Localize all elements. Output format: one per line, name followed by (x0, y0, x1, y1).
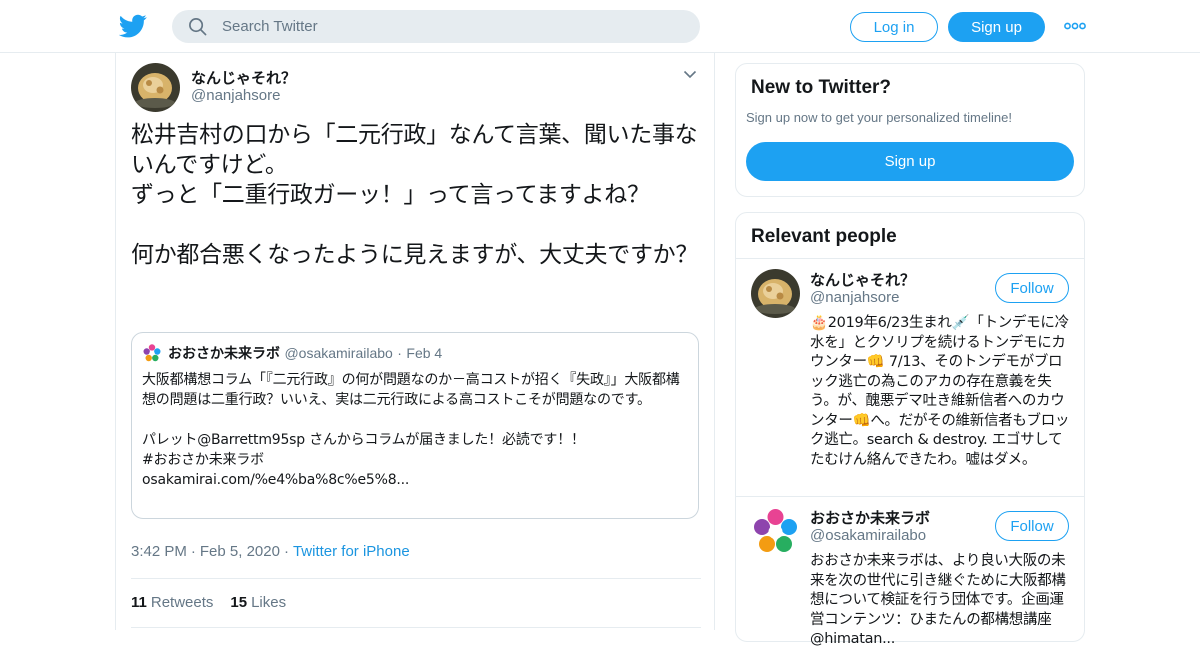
person-bio: 🎂2019年6/23生まれ💉「トンデモに冷水を」とクソリプを続けるトンデモにカウ… (810, 315, 1070, 468)
twitter-bird-icon[interactable] (119, 12, 147, 40)
avatar[interactable] (751, 507, 800, 556)
tweet-source-link[interactable]: Twitter for iPhone (293, 543, 410, 560)
quoted-author-handle: @osakamirailabo (284, 345, 393, 361)
author-handle[interactable]: @nanjahsore (191, 87, 280, 104)
separator-dot: · (397, 345, 402, 361)
retweets-stat[interactable]: 11 Retweets (131, 594, 213, 611)
quoted-header: おおさか未来ラボ @osakamirailabo · Feb 4 (168, 343, 442, 363)
avatar[interactable] (131, 63, 180, 112)
avatar[interactable] (751, 269, 800, 318)
separator-dot: · (283, 543, 289, 560)
search-box[interactable] (172, 10, 700, 43)
signup-button[interactable]: Sign up (948, 12, 1045, 42)
quoted-tweet[interactable]: おおさか未来ラボ @osakamirailabo · Feb 4 大阪都構想コラ… (131, 332, 699, 519)
person-name[interactable]: おおさか未来ラボ (810, 507, 930, 528)
tweet-meta: 3:42 PM · Feb 5, 2020 · Twitter for iPhone (131, 543, 410, 560)
likes-stat[interactable]: 15 Likes (230, 594, 286, 611)
retweets-label: Retweets (150, 594, 214, 611)
tweet-panel: なんじゃそれ？ @nanjahsore 松井吉村の口から「二元行政」なんて言葉、… (115, 53, 715, 630)
search-icon (189, 18, 207, 36)
relevant-people-title: Relevant people (751, 226, 897, 247)
author-name[interactable]: なんじゃそれ？ (191, 67, 296, 88)
divider (736, 496, 1084, 497)
tweet-stats: 11 Retweets 15 Likes (131, 594, 286, 611)
separator-dot: · (190, 543, 196, 560)
retweets-count: 11 (131, 594, 147, 611)
new-to-twitter-title: New to Twitter? (751, 77, 892, 98)
person-handle[interactable]: @nanjahsore (810, 289, 899, 306)
likes-count: 15 (230, 594, 248, 611)
osaka-mirai-logo-icon (143, 344, 161, 362)
tweet-time[interactable]: 3:42 PM (131, 543, 187, 560)
more-dots-icon[interactable] (1064, 21, 1086, 31)
person-item: おおさか未来ラボ @osakamirailabo Follow おおさか未来ラボ… (736, 507, 1084, 647)
quoted-date: Feb 4 (406, 345, 443, 361)
chevron-down-icon[interactable] (683, 70, 697, 79)
divider (131, 578, 701, 579)
tweet-date[interactable]: Feb 5, 2020 (200, 543, 280, 560)
top-bar: Log in Sign up (0, 0, 1200, 53)
new-to-twitter-card: New to Twitter? Sign up now to get your … (735, 63, 1085, 197)
new-to-twitter-subtitle: Sign up now to get your personalized tim… (746, 110, 1012, 125)
sidebar-signup-button[interactable]: Sign up (746, 142, 1074, 181)
follow-button[interactable]: Follow (995, 273, 1069, 303)
likes-label: Likes (251, 594, 287, 611)
relevant-people-card: Relevant people なんじゃそれ？ @nanjahsore Foll… (735, 212, 1085, 647)
search-input[interactable] (222, 10, 682, 43)
person-name[interactable]: なんじゃそれ？ (810, 269, 915, 290)
quoted-text: 大阪都構想コラム「『二元行政』の何が問題なのか－高コストが招く『失政』」大阪都構… (142, 372, 680, 488)
follow-button[interactable]: Follow (995, 511, 1069, 541)
divider (131, 627, 701, 628)
person-item: なんじゃそれ？ @nanjahsore Follow 🎂2019年6/23生まれ… (736, 269, 1084, 494)
person-bio: おおさか未来ラボは、より良い大阪の未来を次の世代に引き継ぐために大阪都構想につい… (810, 553, 1066, 647)
login-button[interactable]: Log in (850, 12, 938, 42)
person-handle[interactable]: @osakamirailabo (810, 527, 926, 544)
quoted-author-name: おおさか未来ラボ (168, 346, 280, 362)
divider (736, 258, 1084, 259)
tweet-text: 松井吉村の口から「二元行政」なんて言葉、聞いた事ないんですけど。 ずっと「二重行… (131, 122, 699, 268)
